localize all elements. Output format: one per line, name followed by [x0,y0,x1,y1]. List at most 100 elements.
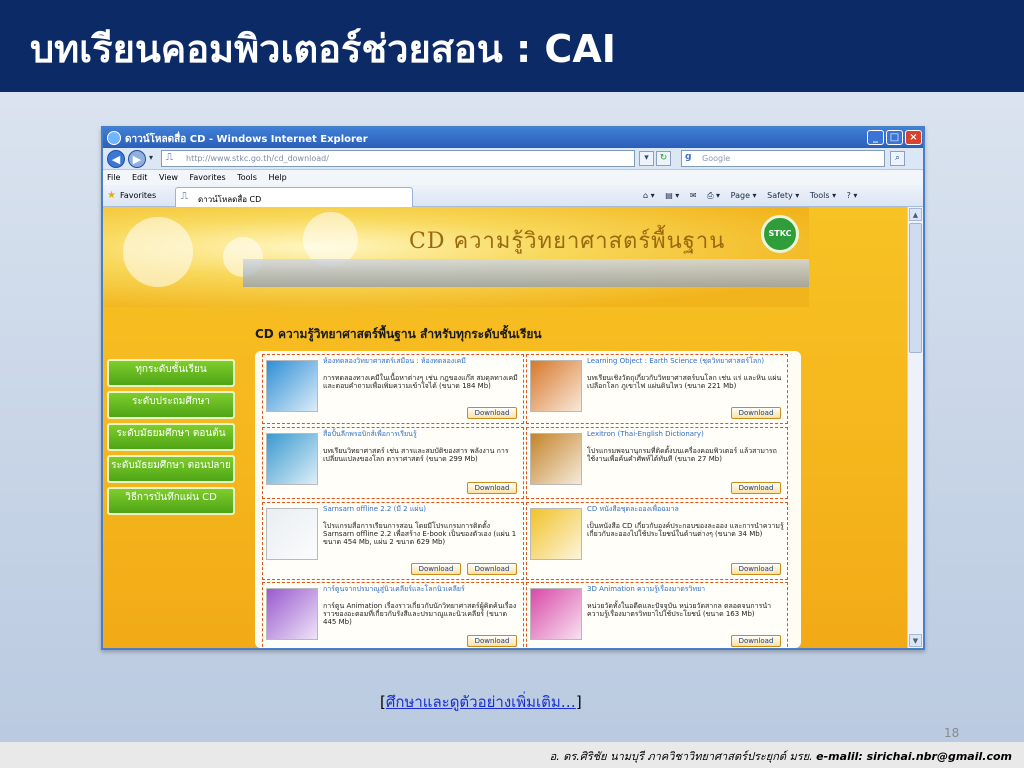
download-button-disc1[interactable]: Download [411,563,461,575]
web-page-content: CD ความรู้วิทยาศาสตร์พื้นฐาน STKC CD ควา… [103,207,907,648]
close-icon[interactable]: × [905,130,922,145]
favorites-bar: ★ Favorites ⎍ ดาวน์โหลดสื่อ CD ⌂ ▾ ▤ ▾ ✉… [103,185,923,207]
more-examples: [ศึกษาและดูตัวอย่างเพิ่มเติม…] [380,690,582,714]
sidebar-item-lower-secondary[interactable]: ระดับมัธยมศึกษา ตอนต้น [107,423,235,451]
sidebar-item-upper-secondary[interactable]: ระดับมัธยมศึกษา ตอนปลาย [107,455,235,483]
menu-tools[interactable]: Tools [237,173,257,182]
card-description: บทเรียนเชิงวัตถุเกี่ยวกับวิทยาศาสตร์บนโล… [587,374,782,390]
download-button[interactable]: Download [731,635,781,647]
menu-help[interactable]: Help [268,173,286,182]
menu-view[interactable]: View [159,173,178,182]
address-dropdown-icon[interactable]: ▾ [639,151,654,166]
menu-edit[interactable]: Edit [132,173,148,182]
section-heading: CD ความรู้วิทยาศาสตร์พื้นฐาน สำหรับทุกระ… [255,327,542,341]
card-title[interactable]: ห้องทดลองวิทยาศาสตร์เสมือน : ห้องทดลองเค… [323,357,521,365]
sidebar-item-all-levels[interactable]: ทุกระดับชั้นเรียน [107,359,235,387]
page-menu[interactable]: Page ▾ [731,191,757,200]
history-dropdown-icon[interactable]: ▾ [149,153,153,162]
tab-cd-download[interactable]: ⎍ ดาวน์โหลดสื่อ CD [175,187,413,207]
tab-favicon-icon: ⎍ [181,191,188,202]
sidebar-item-primary[interactable]: ระดับประถมศึกษา [107,391,235,419]
footer-author: อ. ดร.ศิริชัย นามบุรี ภาควิชาวิทยาศาสตร์… [549,750,813,763]
tools-menu[interactable]: Tools ▾ [810,191,836,200]
tab-label: ดาวน์โหลดสื่อ CD [198,195,262,204]
url-input[interactable]: ⎍ http://www.stkc.go.th/cd_download/ [161,150,635,167]
card-description: หน่วยวัดทั้งในอดีตและปัจจุบัน หน่วยวัดสา… [587,602,772,618]
vertical-scrollbar[interactable]: ▲ ▼ [907,207,923,648]
card-title[interactable]: 3D Animation ความรู้เรื่องมาตรวิทยา [587,585,785,593]
minimize-icon[interactable]: _ [867,130,884,145]
cd-cover-thumbnail[interactable] [266,508,318,560]
ie-icon [107,131,121,145]
feeds-icon[interactable]: ▤ ▾ [665,191,679,200]
home-icon[interactable]: ⌂ ▾ [643,191,655,200]
card-title[interactable]: Lexitron (Thai-English Dictionary) [587,430,785,438]
page-number: 18 [944,726,960,740]
favorites-button[interactable]: Favorites [120,191,156,200]
card-title[interactable]: Learning Object : Earth Science (ชุดวิทย… [587,357,785,365]
card-description: โปรแกรมสื่อการเรียนการสอน โดยมีโปรแกรมกา… [323,522,517,546]
download-card: การ์ตูนจากปรมาณูสู่นิวเคลียร์และโลกนิวเค… [262,582,524,648]
safety-menu[interactable]: Safety ▾ [767,191,799,200]
back-arrow-icon[interactable]: ◀ [107,150,125,168]
search-icon[interactable]: ⌕ [890,151,905,166]
download-button[interactable]: Download [467,563,517,575]
url-text: http://www.stkc.go.th/cd_download/ [186,154,329,163]
card-title[interactable]: สื่อปั้นลีกพรอบิกส์เพื่อการเรียนรู้ [323,430,521,438]
window-title: ดาวน์โหลดสื่อ CD - Windows Internet Expl… [125,134,368,145]
download-card: Lexitron (Thai-English Dictionary) โปรแกร… [526,427,788,499]
card-description: โปรแกรมพจนานุกรมที่ติดตั้งบนเครื่องคอมพิ… [587,447,777,463]
download-card: 3D Animation ความรู้เรื่องมาตรวิทยาหน่วย… [526,582,788,648]
browser-titlebar: ดาวน์โหลดสื่อ CD - Windows Internet Expl… [103,128,923,148]
cd-cover-thumbnail[interactable] [530,433,582,485]
scroll-down-icon[interactable]: ▼ [909,634,922,647]
refresh-icon[interactable]: ↻ [656,151,671,166]
banner-stripe [243,259,809,287]
card-title[interactable]: Sarnsarn offline 2.2 (มี 2 แผ่น) [323,505,521,513]
download-card: CD หนังสือชุดละอองเพื่อฉมาลเป็นหนังสือ C… [526,502,788,580]
site-banner: CD ความรู้วิทยาศาสตร์พื้นฐาน STKC [103,207,809,307]
browser-window: ดาวน์โหลดสื่อ CD - Windows Internet Expl… [101,126,925,650]
maximize-icon[interactable]: □ [886,130,903,145]
cd-cover-thumbnail[interactable] [530,360,582,412]
sidebar-item-burn-cd[interactable]: วิธีการบันทึกแผ่น CD [107,487,235,515]
menu-file[interactable]: File [107,173,120,182]
cd-cover-thumbnail[interactable] [530,508,582,560]
card-title[interactable]: CD หนังสือชุดละอองเพื่อฉมาล [587,505,785,513]
download-card: Sarnsarn offline 2.2 (มี 2 แผ่น) โปรแกรมส… [262,502,524,580]
download-button[interactable]: Download [731,407,781,419]
cd-cover-thumbnail[interactable] [266,433,318,485]
download-button[interactable]: Download [467,635,517,647]
cd-cover-thumbnail[interactable] [266,360,318,412]
menu-bar: File Edit View Favorites Tools Help [103,170,923,185]
stkc-logo[interactable]: STKC [761,215,799,253]
footer-credit: อ. ดร.ศิริชัย นามบุรี ภาควิชาวิทยาศาสตร์… [550,747,1012,765]
card-description: บทเรียนวิทยาศาสตร์ เช่น สารและสมบัติของส… [323,447,509,463]
more-examples-link[interactable]: ศึกษาและดูตัวอย่างเพิ่มเติม… [386,693,576,711]
search-input[interactable]: g Google [681,150,885,167]
favorites-star-icon: ★ [107,190,116,201]
slide-title: บทเรียนคอมพิวเตอร์ช่วยสอน : CAI [30,27,616,71]
card-description: เป็นหนังสือ CD เกี่ยวกับองค์ประกอบของละอ… [587,522,784,538]
print-icon[interactable]: ⎙ ▾ [707,191,720,200]
google-icon: g [685,152,692,162]
download-button[interactable]: Download [467,482,517,494]
menu-favorites[interactable]: Favorites [190,173,226,182]
card-description: การทดลองทางเคมีในเนื้อหาต่างๆ เช่น กฎของ… [323,374,518,390]
bracket-close: ] [575,693,582,711]
card-title[interactable]: การ์ตูนจากปรมาณูสู่นิวเคลียร์และโลกนิวเค… [323,585,521,593]
cd-cover-thumbnail[interactable] [266,588,318,640]
scroll-up-icon[interactable]: ▲ [909,208,922,221]
search-placeholder: Google [702,154,731,163]
download-button[interactable]: Download [731,563,781,575]
cd-cover-thumbnail[interactable] [530,588,582,640]
download-card: ห้องทดลองวิทยาศาสตร์เสมือน : ห้องทดลองเค… [262,354,524,424]
download-button[interactable]: Download [467,407,517,419]
banner-title: CD ความรู้วิทยาศาสตร์พื้นฐาน [409,229,726,254]
forward-arrow-icon[interactable]: ▶ [128,150,146,168]
scroll-thumb[interactable] [909,223,922,353]
mail-icon[interactable]: ✉ [690,191,697,200]
download-button[interactable]: Download [731,482,781,494]
footer-email: e-malil: sirichai.nbr@gmail.com [816,750,1012,763]
help-icon[interactable]: ? ▾ [847,191,858,200]
